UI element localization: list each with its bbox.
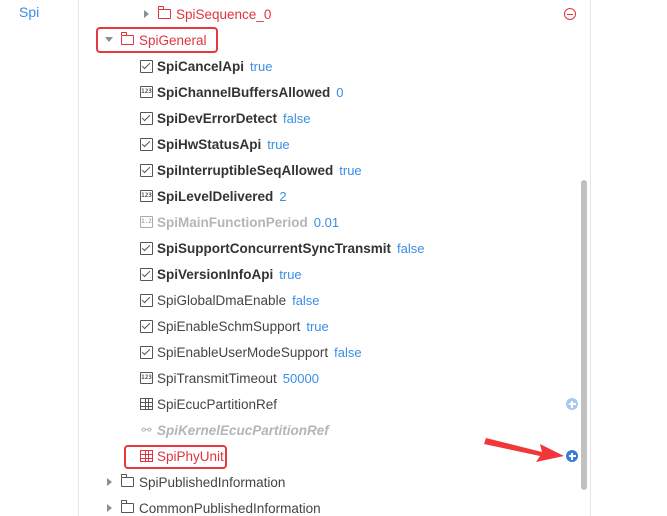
param-row[interactable]: SpiCancelApi true <box>140 53 272 79</box>
folder-icon <box>157 6 171 19</box>
checkbox-icon <box>140 293 153 307</box>
float-icon: 1.2 <box>140 216 153 228</box>
param-name: SpiInterruptibleSeqAllowed <box>157 162 334 178</box>
param-name: SpiGlobalDmaEnable <box>157 292 287 308</box>
param-value[interactable]: true <box>250 59 272 74</box>
folder-icon <box>120 500 134 513</box>
param-value[interactable]: 2 <box>279 189 286 204</box>
param-name: SpiDevErrorDetect <box>157 110 278 126</box>
add-phy-unit-icon[interactable] <box>566 450 578 462</box>
node-label: SpiKernelEcucPartitionRef <box>157 422 329 438</box>
vertical-scrollbar[interactable] <box>581 180 587 490</box>
param-row[interactable]: SpiInterruptibleSeqAllowed true <box>140 157 362 183</box>
param-name: SpiSupportConcurrentSyncTransmit <box>157 240 392 256</box>
param-row[interactable]: SpiEnableSchmSupport true <box>140 313 329 339</box>
param-name: SpiCancelApi <box>157 58 245 74</box>
add-icon[interactable] <box>566 398 578 410</box>
number-icon: 123 <box>140 372 153 384</box>
node-label: SpiPublishedInformation <box>139 474 286 490</box>
param-name: SpiChannelBuffersAllowed <box>157 84 331 100</box>
checkbox-icon <box>140 59 153 73</box>
tree-node-kernel-partition-ref[interactable]: ⚯ SpiKernelEcucPartitionRef <box>140 417 329 443</box>
node-label: SpiSequence_0 <box>176 6 272 22</box>
tree-node-common-published-info[interactable]: CommonPublishedInformation <box>105 495 321 516</box>
param-name: SpiEnableUserModeSupport <box>157 344 329 360</box>
param-value[interactable]: false <box>397 241 424 256</box>
param-name: SpiLevelDelivered <box>157 188 274 204</box>
highlight-box-spi-general <box>96 27 218 53</box>
param-row[interactable]: 123 SpiLevelDelivered 2 <box>140 183 287 209</box>
left-panel: Spi <box>0 0 79 516</box>
remove-icon[interactable] <box>564 8 576 20</box>
param-name: SpiTransmitTimeout <box>157 370 277 386</box>
number-icon: 123 <box>140 86 153 98</box>
param-name: SpiMainFunctionPeriod <box>157 214 308 230</box>
param-row[interactable]: SpiVersionInfoApi true <box>140 261 302 287</box>
checkbox-icon <box>140 163 153 177</box>
param-name: SpiHwStatusApi <box>157 136 262 152</box>
left-tab-spi[interactable]: Spi <box>19 4 39 20</box>
param-value[interactable]: false <box>334 345 361 360</box>
param-value[interactable]: 0.01 <box>314 215 339 230</box>
param-name: SpiEnableSchmSupport <box>157 318 301 334</box>
checkbox-icon <box>140 267 153 281</box>
param-row[interactable]: SpiDevErrorDetect false <box>140 105 311 131</box>
table-icon <box>140 398 153 410</box>
highlight-box-spi-phy-unit <box>124 445 227 469</box>
param-row[interactable]: 123 SpiChannelBuffersAllowed 0 <box>140 79 344 105</box>
param-value[interactable]: true <box>339 163 361 178</box>
folder-icon <box>120 474 134 487</box>
checkbox-icon <box>140 241 153 255</box>
param-value[interactable]: true <box>279 267 301 282</box>
param-value[interactable]: false <box>283 111 310 126</box>
param-row[interactable]: SpiEnableUserModeSupport false <box>140 339 362 365</box>
param-value[interactable]: 50000 <box>283 371 319 386</box>
number-icon: 123 <box>140 190 153 202</box>
expand-arrow-icon[interactable] <box>105 503 115 513</box>
param-value[interactable]: false <box>292 293 319 308</box>
node-label: CommonPublishedInformation <box>139 500 321 516</box>
param-name: SpiVersionInfoApi <box>157 266 274 282</box>
annotation-arrow-icon <box>484 438 564 462</box>
param-row[interactable]: SpiSupportConcurrentSyncTransmit false <box>140 235 425 261</box>
param-row[interactable]: SpiGlobalDmaEnable false <box>140 287 320 313</box>
expand-arrow-icon[interactable] <box>105 477 115 487</box>
checkbox-icon <box>140 345 153 359</box>
param-value[interactable]: true <box>306 319 328 334</box>
param-row[interactable]: SpiHwStatusApi true <box>140 131 290 157</box>
tree-node-published-info[interactable]: SpiPublishedInformation <box>105 469 285 495</box>
checkbox-icon <box>140 137 153 151</box>
checkbox-icon <box>140 111 153 125</box>
node-label: SpiEcucPartitionRef <box>157 396 278 412</box>
panel-divider <box>590 0 591 516</box>
tree-node-spi-sequence[interactable]: SpiSequence_0 <box>142 1 271 27</box>
checkbox-icon <box>140 319 153 333</box>
link-icon: ⚯ <box>141 422 152 437</box>
param-value[interactable]: 0 <box>336 85 343 100</box>
param-row[interactable]: 123 SpiTransmitTimeout 50000 <box>140 365 319 391</box>
tree-node-ecuc-partition-ref[interactable]: SpiEcucPartitionRef <box>140 391 277 417</box>
param-value[interactable]: true <box>267 137 289 152</box>
param-row[interactable]: 1.2 SpiMainFunctionPeriod 0.01 <box>140 209 339 235</box>
expand-arrow-icon[interactable] <box>142 9 152 19</box>
